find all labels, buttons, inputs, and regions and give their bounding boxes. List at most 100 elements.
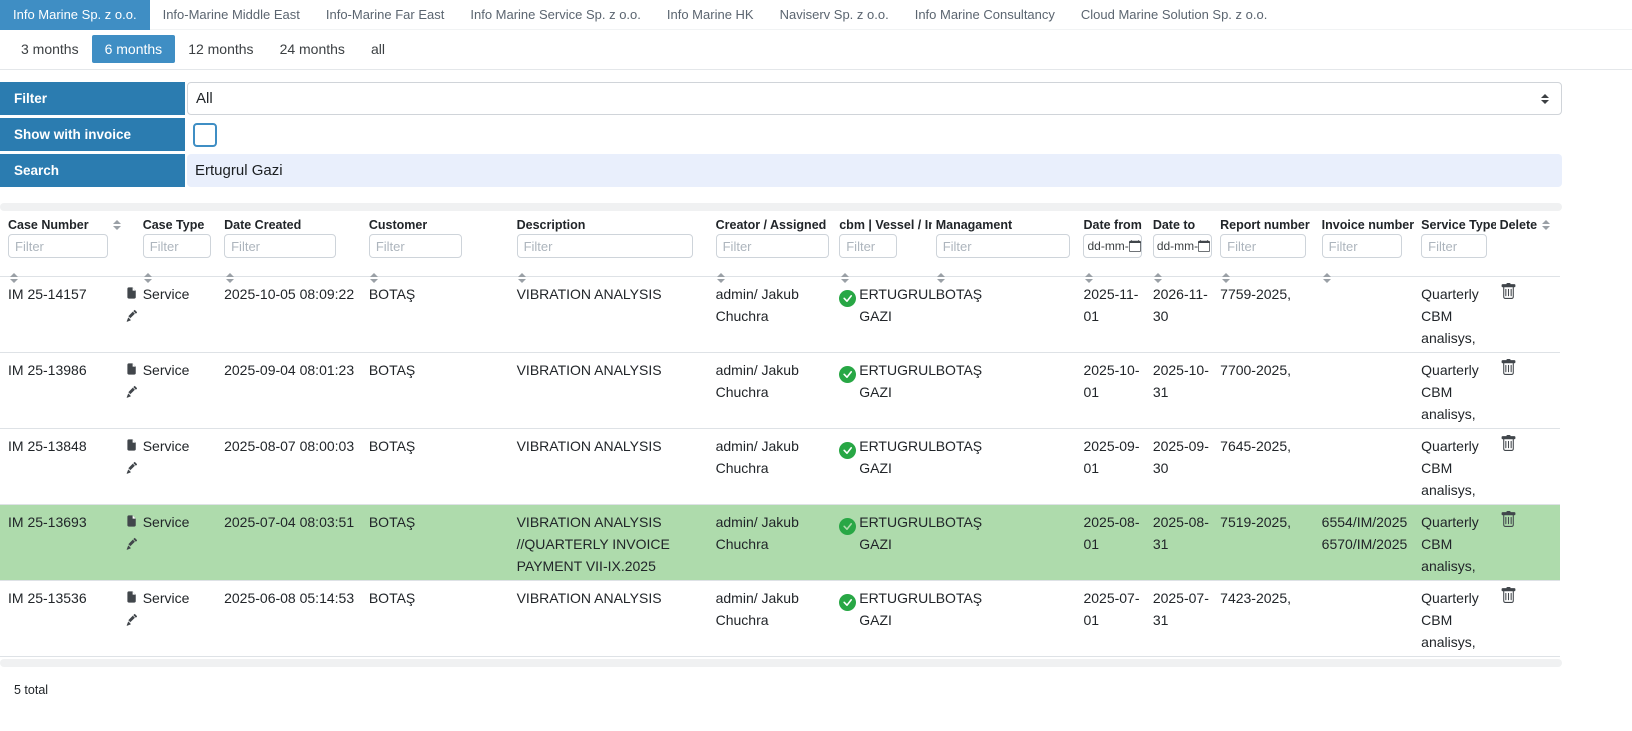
cell-delete <box>1499 428 1560 505</box>
cases-table-card: Case Number Case Type Date Created Customer… <box>0 203 1562 697</box>
cell-case-type: Service <box>142 276 225 353</box>
calendar-icon <box>1128 240 1141 252</box>
company-tab-info-marine-service-sp-z-o-o[interactable]: Info Marine Service Sp. z o.o. <box>457 0 654 30</box>
column-header-date-from: Date from dd-mm- <box>1083 213 1152 283</box>
pencil-icon[interactable] <box>126 384 137 399</box>
period-tab-24-months[interactable]: 24 months <box>267 35 358 63</box>
column-header-label[interactable]: Report number <box>1220 218 1310 232</box>
company-tab-info-marine-middle-east[interactable]: Info-Marine Middle East <box>150 0 313 30</box>
trash-icon[interactable] <box>1500 359 1517 376</box>
company-tab-info-marine-hk[interactable]: Info Marine HK <box>654 0 767 30</box>
cell-creator-assigned: admin/ Jakub Chuchra <box>715 580 840 657</box>
column-header-label[interactable]: Case Type <box>143 218 205 232</box>
sort-icon[interactable] <box>1323 273 1332 283</box>
filter-input-report-number[interactable] <box>1220 234 1307 258</box>
cell-date-created: 2025-10-05 08:09:22 <box>224 276 369 353</box>
filter-select[interactable]: All <box>187 82 1562 115</box>
table-row[interactable]: IM 25-13693 Service 2025-07-04 08:03:51 BOT… <box>0 504 1560 581</box>
cell-report-number: 7423-2025, <box>1220 580 1322 657</box>
trash-icon[interactable] <box>1500 587 1517 604</box>
column-header-date-created: Date Created <box>224 213 369 283</box>
search-input[interactable] <box>187 154 1562 187</box>
pencil-icon[interactable] <box>126 612 137 627</box>
period-tab-6-months[interactable]: 6 months <box>91 35 176 63</box>
sort-icon[interactable] <box>840 273 849 283</box>
pencil-icon[interactable] <box>126 460 137 475</box>
vessel-name: ERTUGRUL GAZI <box>859 286 936 324</box>
column-header-label[interactable]: Delete <box>1500 218 1538 232</box>
column-header-label[interactable]: Invoice number <box>1322 218 1414 232</box>
cell-row-icons <box>112 580 143 657</box>
column-header-label[interactable]: Managament <box>936 218 1012 232</box>
filter-input-date-created[interactable] <box>224 234 337 258</box>
cell-case-type: Service <box>142 428 225 505</box>
column-header-label[interactable]: Date to <box>1153 218 1195 232</box>
table-row[interactable]: IM 25-14157 Service 2025-10-05 08:09:22 BOT… <box>0 276 1560 353</box>
sort-icon[interactable] <box>1221 273 1230 283</box>
period-tab-12-months[interactable]: 12 months <box>175 35 266 63</box>
column-header-label[interactable]: cbm | Vessel / Ind <box>839 218 931 232</box>
date-filter-input-date-from[interactable]: dd-mm- <box>1083 234 1143 258</box>
trash-icon[interactable] <box>1500 511 1517 528</box>
company-tab-naviserv-sp-z-o-o[interactable]: Naviserv Sp. z o.o. <box>767 0 902 30</box>
trash-icon[interactable] <box>1500 435 1517 452</box>
company-tab-cloud-marine-solution-sp-z-o-o[interactable]: Cloud Marine Solution Sp. z o.o. <box>1068 0 1280 30</box>
sort-icon[interactable] <box>1154 273 1163 283</box>
horizontal-scrollbar-bottom[interactable] <box>0 659 1562 667</box>
column-header-label[interactable]: Date Created <box>224 218 301 232</box>
filter-input-invoice-number[interactable] <box>1321 234 1402 258</box>
filter-input-managament[interactable] <box>935 234 1070 258</box>
sort-icon[interactable] <box>518 273 527 283</box>
cell-delete <box>1499 504 1560 581</box>
column-header-cbm-vessel-ind: cbm | Vessel / Ind <box>839 213 935 283</box>
column-header-case-number: Case Number <box>0 213 113 283</box>
cell-row-icons <box>112 428 143 505</box>
sort-icon[interactable] <box>9 273 18 283</box>
sort-icon[interactable] <box>225 273 234 283</box>
sort-icon[interactable] <box>937 273 946 283</box>
column-header-label[interactable]: Customer <box>369 218 427 232</box>
column-header-label[interactable]: Case Number <box>8 218 89 232</box>
sort-icon[interactable] <box>717 273 726 283</box>
date-filter-input-date-to[interactable]: dd-mm- <box>1152 234 1212 258</box>
pencil-icon[interactable] <box>126 308 137 323</box>
table-row[interactable]: IM 25-13986 Service 2025-09-04 08:01:23 BOT… <box>0 352 1560 429</box>
filter-input-creator-assigned[interactable] <box>715 234 829 258</box>
sort-icon[interactable] <box>1084 273 1093 283</box>
filter-select-value: All <box>196 90 213 107</box>
table-row[interactable]: IM 25-13536 Service 2025-06-08 05:14:53 BOT… <box>0 580 1560 657</box>
pencil-icon[interactable] <box>126 536 137 551</box>
vessel-name: ERTUGRUL GAZI <box>859 362 936 400</box>
sort-icon[interactable] <box>113 219 122 230</box>
trash-icon[interactable] <box>1500 283 1517 300</box>
cell-customer: BOTAŞ <box>368 504 517 581</box>
cell-delete <box>1499 580 1560 657</box>
vessel-name: ERTUGRUL GAZI <box>859 514 936 552</box>
company-tab-info-marine-far-east[interactable]: Info-Marine Far East <box>313 0 458 30</box>
filter-input-case-type[interactable] <box>142 234 211 258</box>
document-icon <box>126 285 137 301</box>
filter-row: Filter All <box>0 82 1562 115</box>
sort-icon[interactable] <box>1541 219 1550 230</box>
period-tab-3-months[interactable]: 3 months <box>8 35 92 63</box>
column-header-label[interactable]: Date from <box>1083 218 1141 232</box>
company-tab-info-marine-consultancy[interactable]: Info Marine Consultancy <box>902 0 1068 30</box>
sort-icon[interactable] <box>370 273 379 283</box>
cell-vessel: ERTUGRUL GAZI <box>839 428 936 505</box>
filter-input-service-types[interactable] <box>1421 234 1488 258</box>
table-row[interactable]: IM 25-13848 Service 2025-08-07 08:00:03 BOT… <box>0 428 1560 505</box>
period-tab-all[interactable]: all <box>358 35 398 63</box>
filter-input-case-number[interactable] <box>8 234 108 258</box>
filter-input-cbm-vessel-ind[interactable] <box>839 234 898 258</box>
column-header-label[interactable]: Service Types <box>1421 218 1495 232</box>
cell-management: BOTAŞ <box>935 352 1084 429</box>
column-header-label[interactable]: Description <box>517 218 586 232</box>
show-with-invoice-checkbox[interactable] <box>193 122 217 147</box>
period-tab-bar: 3 months 6 months 12 months 24 months all <box>0 30 1632 70</box>
company-tab-info-marine-sp-z-o-o[interactable]: Info Marine Sp. z o.o. <box>0 0 150 30</box>
filter-input-description[interactable] <box>516 234 693 258</box>
sort-icon[interactable] <box>144 273 153 283</box>
filter-input-customer[interactable] <box>368 234 462 258</box>
horizontal-scrollbar-top[interactable] <box>0 203 1562 211</box>
column-header-label[interactable]: Creator / Assigned <box>716 218 827 232</box>
